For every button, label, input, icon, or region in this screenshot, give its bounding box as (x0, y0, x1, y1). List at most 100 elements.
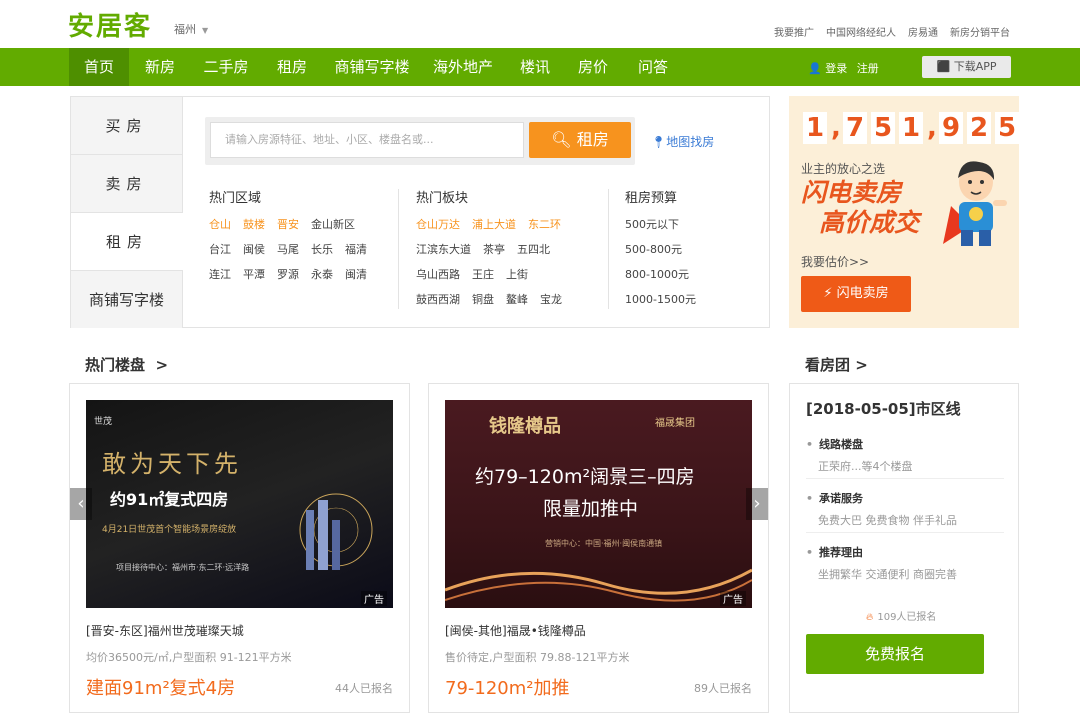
nav-item-rent[interactable]: 租房 (266, 48, 318, 86)
login-area: 👤 登录 注册 (808, 60, 879, 76)
ad-foot-text: 项目接待中心：福州市·东二环·远洋路 (116, 563, 250, 572)
promo-line1: 闪电卖房 (801, 178, 902, 207)
ad-main-text: 约79–120m²阔景三–四房 (475, 466, 695, 488)
lightning-icon: ⚡ (823, 286, 833, 301)
quick-sell-button[interactable]: ⚡ 闪电卖房 (801, 276, 911, 312)
tab-sell[interactable]: 卖房 (71, 155, 182, 213)
hot-block-link[interactable]: 上街 (506, 262, 528, 287)
ad-label: 广告 (720, 591, 746, 606)
project-ad-image[interactable]: 世茂 敢为天下先 约91㎡复式四房 4月21日世茂首个智能场景房绽放 项目接待中… (86, 400, 393, 608)
hot-area-link[interactable]: 闽侯 (243, 237, 265, 262)
download-app-label: 下载APP (953, 60, 997, 73)
location-pin-icon: 📍︎ (651, 135, 667, 149)
rent-budget: 租房预算 500元以下 500-800元 800-1000元 1000-1500… (625, 187, 696, 312)
project-ad-image[interactable]: 钱隆樽品 福晟集团 约79–120m²阔景三–四房 限量加推中 营销中心：中国·… (445, 400, 752, 608)
counter-digit: 7 (843, 112, 867, 144)
estimate-link[interactable]: 我要估价>> (801, 253, 869, 270)
hot-block-link[interactable]: 江滨东大道 (416, 237, 471, 262)
tour-joined-label: 109人已报名 (877, 612, 937, 623)
budget-item[interactable]: 500-800元 (625, 237, 696, 262)
hot-area-link[interactable]: 罗源 (277, 262, 299, 287)
hot-block-link[interactable]: 茶亭 (483, 237, 505, 262)
nav-item-new[interactable]: 新房 (134, 48, 186, 86)
tab-rent[interactable]: 租房 (71, 213, 183, 271)
hot-block-row: 鼓西西湖 铜盘 鳌峰 宝龙 (416, 287, 562, 312)
budget-item[interactable]: 800-1000元 (625, 262, 696, 287)
search-input[interactable]: 请输入房源特征、地址、小区、楼盘名或... (210, 122, 524, 158)
hot-block-link[interactable]: 铜盘 (472, 287, 494, 312)
hot-area-link[interactable]: 连江 (209, 262, 231, 287)
top-link-distribution[interactable]: 新房分销平台 (950, 24, 1010, 39)
counter-digit: 5 (995, 112, 1019, 144)
project-highlight[interactable]: 建面91m²复式4房 (86, 674, 235, 700)
hot-area-link[interactable]: 鼓楼 (243, 212, 265, 237)
login-link[interactable]: 登录 (825, 62, 847, 75)
hot-block-row: 乌山西路 王庄 上街 (416, 262, 562, 287)
sell-promo-banner[interactable]: 1,751,925 业主的放心之选 闪电卖房 高价成交 我要估价>> ⚡ 闪电卖… (789, 96, 1019, 328)
logo[interactable]: 安居客 (68, 6, 152, 43)
nav-item-qa[interactable]: 问答 (628, 48, 678, 86)
project-name[interactable]: [晋安-东区]福州世茂璀璨天城 (86, 622, 244, 639)
main-nav: 首页 新房 二手房 租房 商铺写字楼 海外地产 楼讯 房价 问答 👤 登录 注册… (0, 48, 1080, 86)
hot-area-link[interactable]: 仓山 (209, 212, 231, 237)
hot-block-link[interactable]: 鼓西西湖 (416, 287, 460, 312)
free-signup-button[interactable]: 免费报名 (806, 634, 984, 674)
city-selector[interactable]: 福州 ▼ (174, 21, 208, 37)
hot-block-link[interactable]: 鳌峰 (506, 287, 528, 312)
nav-item-news[interactable]: 楼讯 (510, 48, 560, 86)
hot-block-link[interactable]: 仓山万达 (416, 212, 460, 237)
nav-item-price[interactable]: 房价 (568, 48, 618, 86)
top-bar: 安居客 福州 ▼ 我要推广 中国网络经纪人 房易通 新房分销平台 (0, 0, 1080, 48)
hot-block-link[interactable]: 浦上大道 (472, 212, 516, 237)
quick-sell-label: 闪电卖房 (836, 286, 889, 301)
tour-panel: [2018-05-05]市区线 线路楼盘 正荣府...等4个楼盘 承诺服务 免费… (789, 383, 1019, 713)
brand-logo: 福晟集团 (655, 418, 695, 429)
download-app-button[interactable]: ⬛ 下载APP (922, 56, 1011, 78)
chevron-right-icon: > (855, 356, 868, 374)
hot-block-link[interactable]: 乌山西路 (416, 262, 460, 287)
project-name[interactable]: [闽侯-其他]福晟•钱隆樽品 (445, 622, 586, 639)
hot-area-link[interactable]: 永泰 (311, 262, 333, 287)
budget-item[interactable]: 1000-1500元 (625, 287, 696, 312)
hot-areas: 热门区域 仓山 鼓楼 晋安 金山新区 台江 闽侯 马尾 长乐 福清 连江 平潭 罗源 永泰 闽清 (209, 187, 367, 287)
nav-item-resale[interactable]: 二手房 (196, 48, 256, 86)
carousel-prev-button[interactable]: ‹ (70, 488, 92, 520)
top-link-fangyitong[interactable]: 房易通 (908, 24, 938, 39)
search-panel: 买房 卖房 租房 商铺写字楼 请输入房源特征、地址、小区、楼盘名或... 🔍︎ … (70, 96, 770, 328)
hot-block-link[interactable]: 东二环 (528, 212, 561, 237)
top-link-agent[interactable]: 中国网络经纪人 (826, 24, 896, 39)
hot-block-link[interactable]: 宝龙 (540, 287, 562, 312)
tour-route-title[interactable]: [2018-05-05]市区线 (806, 398, 961, 419)
wave-decoration (445, 568, 752, 602)
nav-item-home[interactable]: 首页 (69, 48, 129, 86)
project-card[interactable]: 钱隆樽品 福晟集团 约79–120m²阔景三–四房 限量加推中 营销中心：中国·… (428, 383, 769, 713)
hot-area-link[interactable]: 台江 (209, 237, 231, 262)
tour-title[interactable]: 看房团 > (805, 354, 868, 375)
tour-section-key: 推荐理由 (806, 544, 957, 560)
nav-item-commercial[interactable]: 商铺写字楼 (328, 48, 416, 86)
hot-area-link[interactable]: 金山新区 (311, 212, 355, 237)
tab-buy[interactable]: 买房 (71, 97, 182, 155)
hot-area-link[interactable]: 晋安 (277, 212, 299, 237)
hot-block-link[interactable]: 五四北 (517, 237, 550, 262)
carousel-next-button[interactable]: › (746, 488, 768, 520)
register-link[interactable]: 注册 (857, 62, 879, 75)
project-card[interactable]: 世茂 敢为天下先 约91㎡复式四房 4月21日世茂首个智能场景房绽放 项目接待中… (69, 383, 410, 713)
hot-area-link[interactable]: 闽清 (345, 262, 367, 287)
hot-projects-title[interactable]: 热门楼盘 > (85, 354, 168, 375)
project-highlight[interactable]: 79-120m²加推 (445, 674, 570, 700)
owner-counter: 1,751,925 (803, 112, 1019, 144)
budget-item[interactable]: 500元以下 (625, 212, 696, 237)
hot-area-link[interactable]: 长乐 (311, 237, 333, 262)
hot-area-link[interactable]: 马尾 (277, 237, 299, 262)
project-meta: 均价36500元/㎡,户型面积 91-121平方米 (86, 651, 292, 664)
hot-block-link[interactable]: 王庄 (472, 262, 494, 287)
map-search-link[interactable]: 📍︎地图找房 (651, 133, 714, 150)
tab-commercial[interactable]: 商铺写字楼 (71, 271, 182, 329)
hot-area-link[interactable]: 平潭 (243, 262, 265, 287)
search-button[interactable]: 🔍︎ 租房 (529, 122, 631, 158)
apple-android-icon: ⬛ (936, 60, 954, 73)
nav-item-overseas[interactable]: 海外地产 (426, 48, 500, 86)
hot-area-link[interactable]: 福清 (345, 237, 367, 262)
top-link-promote[interactable]: 我要推广 (774, 24, 814, 39)
